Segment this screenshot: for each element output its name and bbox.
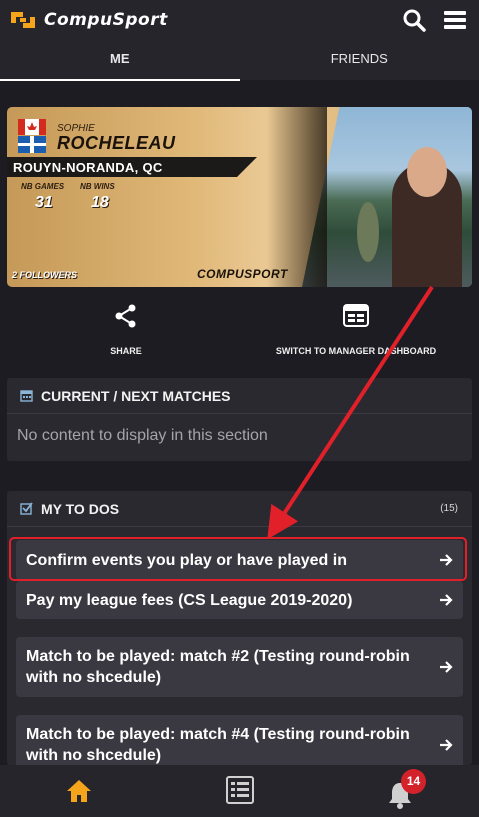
annotation-arrow — [267, 285, 434, 540]
home-icon[interactable] — [66, 779, 92, 803]
notification-badge[interactable]: 14 — [401, 769, 426, 794]
list-icon[interactable] — [226, 776, 254, 804]
